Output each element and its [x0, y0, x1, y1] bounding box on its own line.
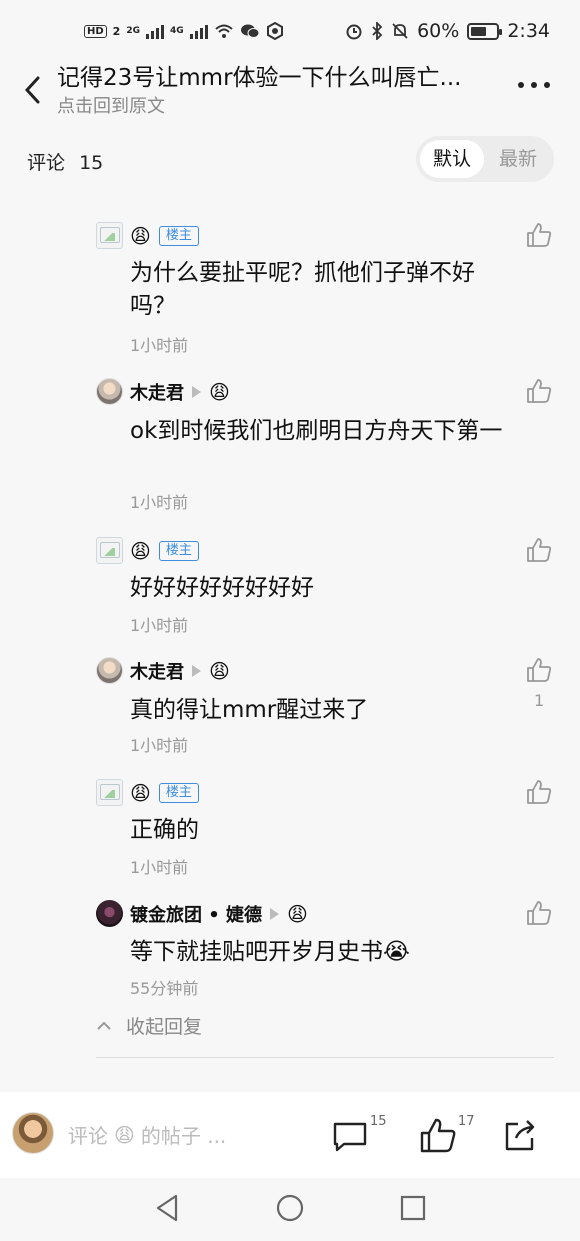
username[interactable]: 镀金旅团 • 婕德	[130, 901, 262, 927]
system-nav-bar	[0, 1178, 580, 1241]
thumbs-up-icon[interactable]	[526, 378, 552, 404]
thumbs-up-icon[interactable]	[526, 900, 552, 926]
bottom-action-bar: 评论 😩 的帖子 ... 15 17	[0, 1092, 580, 1178]
mute-bell-icon	[392, 23, 408, 39]
reply-time: 1小时前	[130, 493, 189, 512]
user-emoji: 😩	[130, 538, 151, 563]
avatar[interactable]	[96, 779, 123, 806]
comments-label: 评论	[27, 152, 66, 174]
reply-content[interactable]: 等下就挂贴吧开岁月史书😭	[130, 936, 510, 969]
comment-input-emoji: 😩	[114, 1122, 135, 1147]
comments-count: 15	[79, 152, 104, 174]
username[interactable]: 木走君	[130, 379, 184, 405]
reply-content[interactable]: 真的得让mmr醒过来了	[130, 694, 510, 727]
thread-title[interactable]: 记得23号让mmr体验一下什么叫唇亡...	[57, 58, 461, 92]
nav-home-icon[interactable]	[274, 1192, 306, 1224]
my-avatar[interactable]	[12, 1112, 54, 1154]
nav-back-icon[interactable]	[152, 1192, 184, 1224]
thumbs-up-icon[interactable]	[526, 779, 552, 805]
username[interactable]: 木走君	[130, 658, 184, 684]
collapse-label: 收起回复	[126, 1016, 203, 1038]
share-icon[interactable]	[500, 1116, 540, 1156]
sim-indicator: 2	[112, 24, 121, 38]
comment-count-label: 评论 15	[27, 148, 103, 175]
like-count: 1	[534, 691, 545, 710]
comment-input-prefix: 评论	[68, 1124, 108, 1148]
comment-bubble-icon[interactable]	[330, 1116, 370, 1156]
divider	[96, 1057, 554, 1058]
thumbs-up-icon[interactable]	[526, 537, 552, 563]
user-emoji: 😩	[130, 223, 151, 248]
thumbs-up-icon[interactable]	[526, 222, 552, 248]
reply-content[interactable]: 为什么要扯平呢？抓他们子弹不好吗？	[130, 257, 510, 323]
collapse-replies-button[interactable]: 收起回复	[96, 1012, 202, 1039]
reply-arrow-icon	[192, 664, 201, 677]
thread-header: 记得23号让mmr体验一下什么叫唇亡... 点击回到原文	[0, 54, 580, 124]
user-emoji: 😩	[209, 658, 230, 683]
reply-time: 1小时前	[130, 336, 189, 355]
wifi-icon	[214, 24, 233, 38]
sort-newest-tab[interactable]: 最新	[486, 140, 550, 178]
reply-arrow-icon	[192, 385, 201, 398]
hd-indicator: HD	[84, 24, 107, 38]
reply-content[interactable]: ok到时候我们也刷明日方舟天下第一	[130, 415, 510, 448]
chevron-up-icon	[97, 1021, 111, 1030]
user-emoji: 😩	[287, 901, 308, 926]
sort-toggle: 默认 最新	[416, 136, 554, 182]
reply-content[interactable]: 好好好好好好好好	[130, 572, 510, 605]
reply-time: 1小时前	[130, 616, 189, 635]
op-badge: 楼主	[158, 540, 199, 561]
user-emoji: 😩	[209, 379, 230, 404]
reply-time: 1小时前	[130, 858, 189, 877]
op-badge: 楼主	[158, 225, 199, 246]
op-badge: 楼主	[158, 782, 199, 803]
battery-icon	[467, 22, 503, 40]
user-emoji: 😩	[130, 780, 151, 805]
comment-input-suffix: 的帖子 ...	[140, 1124, 227, 1148]
comment-input[interactable]: 评论 😩 的帖子 ...	[68, 1120, 226, 1149]
alarm-icon	[346, 24, 362, 40]
more-dots-icon[interactable]	[518, 82, 550, 88]
comments-sort-bar: 评论 15 默认 最新	[0, 136, 580, 182]
back-to-post-link[interactable]: 点击回到原文	[57, 92, 165, 118]
avatar[interactable]	[96, 378, 123, 405]
avatar[interactable]	[96, 657, 123, 684]
reply-content[interactable]: 正确的	[130, 814, 510, 847]
clock-time: 2:34	[507, 20, 550, 42]
avatar[interactable]	[96, 900, 123, 927]
reply-arrow-icon	[270, 907, 280, 920]
reply-time: 55分钟前	[130, 979, 199, 998]
signal-bars-icon	[145, 23, 164, 39]
avatar[interactable]	[96, 222, 123, 249]
battery-percent: 60%	[417, 20, 460, 42]
reply-time: 1小时前	[130, 736, 189, 755]
nav-recents-icon[interactable]	[397, 1192, 429, 1224]
signal-4g-label: 4G	[169, 26, 184, 36]
bluetooth-icon	[372, 22, 383, 40]
signal-2g-label: 2G	[126, 26, 140, 36]
app-notification-icon	[266, 22, 283, 40]
like-count: 17	[458, 1114, 475, 1129]
chevron-left-icon[interactable]	[18, 72, 48, 108]
thumbs-up-icon[interactable]	[526, 657, 552, 683]
comment-count: 15	[370, 1114, 387, 1129]
sort-default-tab[interactable]: 默认	[420, 140, 484, 178]
thumbs-up-icon[interactable]	[418, 1116, 458, 1156]
wechat-icon	[240, 24, 260, 38]
signal-bars-icon	[189, 23, 208, 39]
avatar[interactable]	[96, 537, 123, 564]
